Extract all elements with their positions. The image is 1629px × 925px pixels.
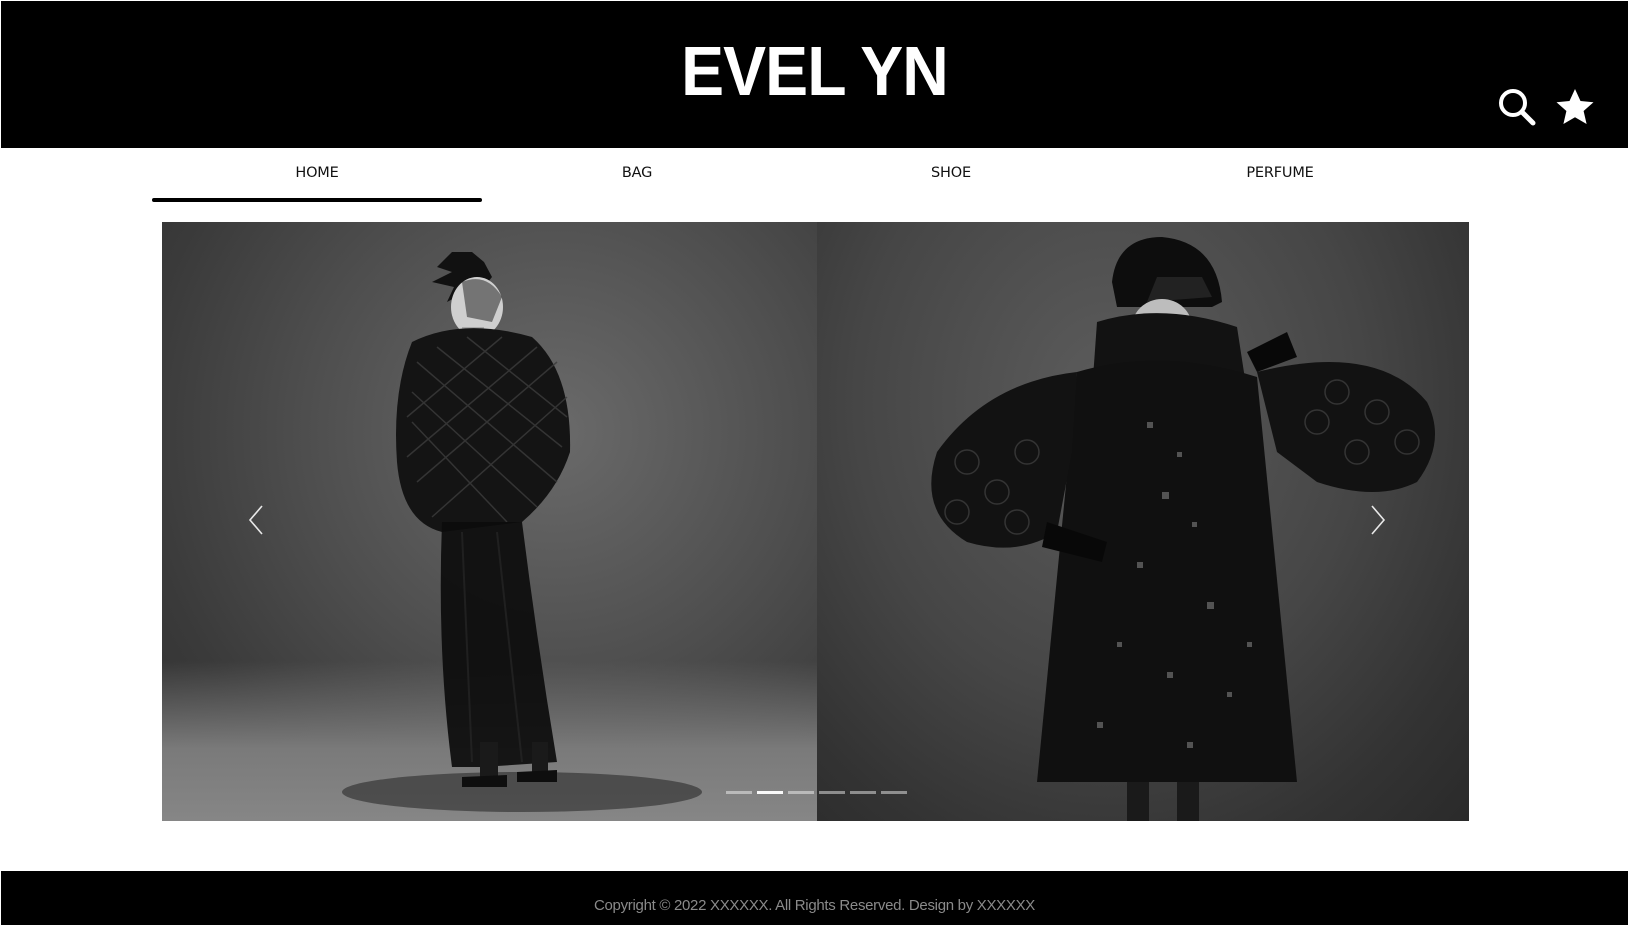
favorites-button[interactable] xyxy=(1554,86,1596,128)
carousel-prev-button[interactable] xyxy=(242,500,272,540)
carousel-dot[interactable] xyxy=(819,791,845,794)
star-icon xyxy=(1556,89,1594,124)
search-icon xyxy=(1499,89,1536,126)
nav-item-perfume[interactable]: PERFUME xyxy=(1110,148,1450,198)
chevron-right-icon xyxy=(1371,505,1386,535)
copyright-text: Copyright © 2022 XXXXXX. All Rights Rese… xyxy=(593,897,1035,914)
carousel-dot[interactable] xyxy=(850,791,876,794)
carousel-dot[interactable] xyxy=(788,791,814,794)
nav-item-bag[interactable]: BAG xyxy=(482,148,792,198)
nav-item-shoe[interactable]: SHOE xyxy=(792,148,1110,198)
carousel-dot[interactable] xyxy=(726,791,752,794)
chevron-left-icon xyxy=(248,505,263,535)
search-button[interactable] xyxy=(1496,86,1538,128)
brand-logo[interactable]: EVEL YN xyxy=(66,29,1563,113)
nav-item-home[interactable]: HOME xyxy=(152,148,482,202)
main-nav: HOME BAG SHOE PERFUME xyxy=(152,148,1482,202)
site-header: EVEL YN xyxy=(1,1,1628,148)
carousel-dot[interactable] xyxy=(881,791,907,794)
carousel-next-button[interactable] xyxy=(1362,500,1392,540)
hero-carousel[interactable] xyxy=(162,222,1469,821)
site-footer: Copyright © 2022 XXXXXX. All Rights Rese… xyxy=(1,871,1628,925)
carousel-dot[interactable] xyxy=(757,791,783,794)
